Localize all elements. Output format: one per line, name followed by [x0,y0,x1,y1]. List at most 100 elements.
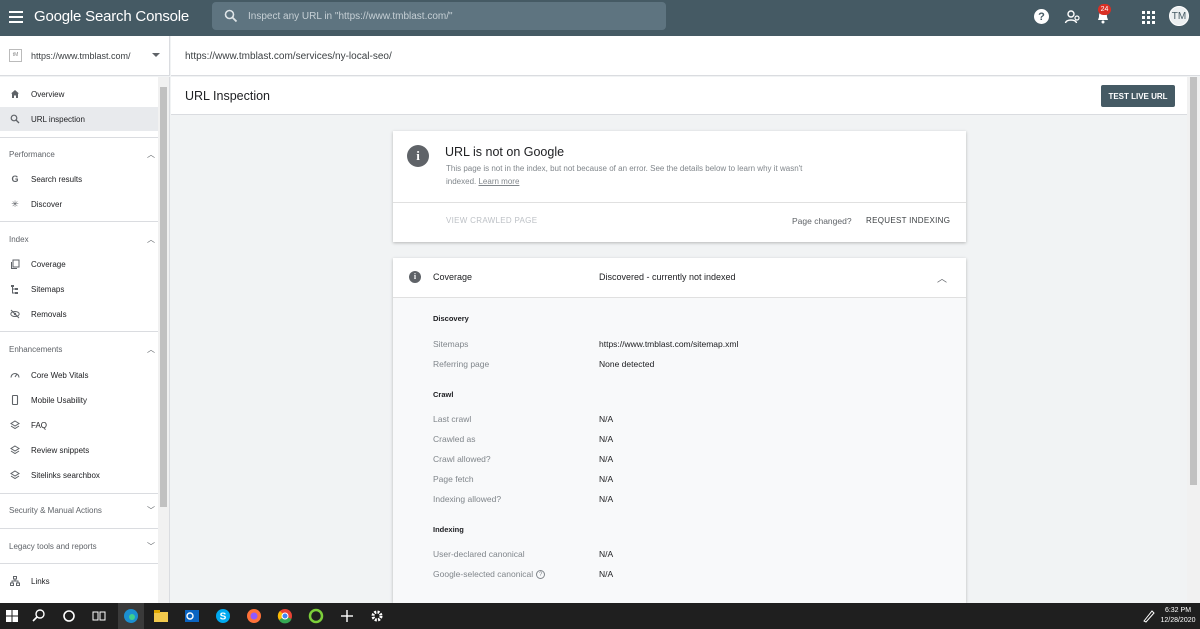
system-clock[interactable]: 6:32 PM 12/28/2020 [1160,606,1196,626]
pen-ink-icon[interactable] [1140,607,1158,625]
row-key: Crawled as [433,434,476,444]
sidebar-item-label: Review snippets [31,445,90,455]
visibility-off-icon [10,309,20,319]
sidebar-item-sitelinks-searchbox[interactable]: Sitelinks searchbox [0,463,158,487]
info-icon: i [407,145,429,167]
sidebar-item-label: Mobile Usability [31,395,88,405]
status-description: This page is not in the index, but not b… [446,163,816,188]
help-circle-icon[interactable]: ? [536,570,546,580]
settings-gear-icon[interactable] [368,607,386,625]
chevron-down-icon[interactable]: ﹀ [147,541,155,552]
sidebar-item-faq[interactable]: FAQ [0,413,158,437]
dropdown-caret-icon[interactable] [152,53,160,57]
row-key-with-help: Google-selected canonical? [433,569,546,580]
section-security-manual-actions[interactable]: Security & Manual Actions ﹀ [0,500,158,520]
windows-start-icon[interactable] [3,607,21,625]
account-settings-icon[interactable] [1064,9,1080,25]
file-copy-icon [11,259,20,269]
sidebar-item-sitemaps[interactable]: Sitemaps [0,277,158,301]
layers-icon [10,445,20,455]
apps-grid-icon[interactable] [1140,9,1156,25]
section-label: Performance [9,149,55,159]
sidebar-item-label: Removals [31,309,67,319]
sidebar: Overview URL inspection Performance ︿ G … [0,77,158,603]
firefox-icon[interactable] [245,607,263,625]
clock-time: 6:32 PM [1164,607,1192,614]
divider [0,137,158,138]
chevron-down-icon[interactable]: ﹀ [147,505,155,516]
speed-gauge-icon [10,372,20,378]
section-legacy-tools[interactable]: Legacy tools and reports ﹀ [0,536,158,556]
sidebar-item-url-inspection[interactable]: URL inspection [0,107,158,131]
sidebar-item-core-web-vitals[interactable]: Core Web Vitals [0,363,158,387]
sidebar-item-label: Sitemaps [31,284,65,294]
property-name: https://www.tmblast.com/ [31,50,131,61]
sidebar-item-overview[interactable]: Overview [0,82,158,106]
sidebar-item-removals[interactable]: Removals [0,302,158,326]
app-green-icon[interactable] [307,607,325,625]
chevron-up-icon[interactable]: ︿ [147,234,155,245]
help-icon[interactable]: ? [1034,9,1049,24]
scrollbar-thumb[interactable] [160,87,167,507]
outlook-icon[interactable] [183,607,201,625]
property-selector[interactable]: tM https://www.tmblast.com/ [0,36,170,76]
scrollbar-thumb[interactable] [1190,77,1197,485]
section-index[interactable]: Index ︿ [0,229,158,249]
file-explorer-icon[interactable] [152,607,170,625]
sitemap-icon [11,285,18,294]
smartphone-icon [11,395,19,405]
row-value: N/A [599,414,614,424]
svg-text:S: S [220,612,227,623]
url-inspect-search[interactable] [212,2,666,30]
request-indexing-button[interactable]: REQUEST INDEXING [866,216,950,225]
row-value: None detected [599,359,655,369]
sidebar-item-mobile-usability[interactable]: Mobile Usability [0,388,158,412]
search-input[interactable] [248,10,658,22]
sidebar-item-label: Sitelinks searchbox [31,470,100,480]
app-title[interactable]: Google Search Console [34,8,189,25]
snipping-tool-icon[interactable] [338,607,356,625]
sidebar-item-label: Core Web Vitals [31,370,89,380]
page-header: URL Inspection TEST LIVE URL [171,77,1187,115]
links-icon [10,576,20,586]
sidebar-item-discover[interactable]: ✳ Discover [0,192,158,216]
coverage-header[interactable]: i Coverage Discovered - currently not in… [393,258,966,298]
inspected-url-bar: https://www.tmblast.com/services/ny-loca… [171,36,1200,76]
info-icon: i [409,271,421,283]
row-key: Indexing allowed? [433,494,502,504]
page-changed-label: Page changed? [792,216,852,226]
index-status-card: i URL is not on Google This page is not … [393,131,966,242]
search-icon[interactable] [30,607,48,625]
divider [0,331,158,332]
main-scrollbar[interactable] [1187,77,1200,603]
sidebar-item-coverage[interactable]: Coverage [0,252,158,276]
avatar[interactable]: TM [1169,6,1189,26]
chevron-up-icon[interactable]: ︿ [937,270,947,285]
section-enhancements[interactable]: Enhancements ︿ [0,339,158,359]
edge-browser-icon[interactable] [122,607,140,625]
row-value: N/A [599,454,614,464]
section-performance[interactable]: Performance ︿ [0,144,158,164]
sidebar-item-review-snippets[interactable]: Review snippets [0,438,158,462]
sidebar-scrollbar[interactable] [158,77,170,603]
sidebar-item-label: URL inspection [31,114,85,124]
menu-icon[interactable] [9,11,23,23]
learn-more-link[interactable]: Learn more [478,177,519,186]
sidebar-item-search-results[interactable]: G Search results [0,167,158,191]
chevron-up-icon[interactable]: ︿ [147,344,155,355]
view-crawled-page-button[interactable]: VIEW CRAWLED PAGE [446,216,537,225]
cortana-icon[interactable] [60,607,78,625]
sidebar-item-label: Search results [31,174,83,184]
sidebar-item-links[interactable]: Links [0,569,158,593]
test-live-url-button[interactable]: TEST LIVE URL [1101,85,1175,107]
sidebar-item-label: Links [31,576,50,586]
chrome-icon[interactable] [276,607,294,625]
coverage-label: Coverage [433,272,473,282]
task-view-icon[interactable] [90,607,108,625]
skype-icon[interactable]: S [214,607,232,625]
layers-icon [10,420,20,430]
divider [0,493,158,494]
chevron-up-icon[interactable]: ︿ [147,149,155,160]
row-key: Crawl allowed? [433,454,491,464]
row-value: N/A [599,474,614,484]
